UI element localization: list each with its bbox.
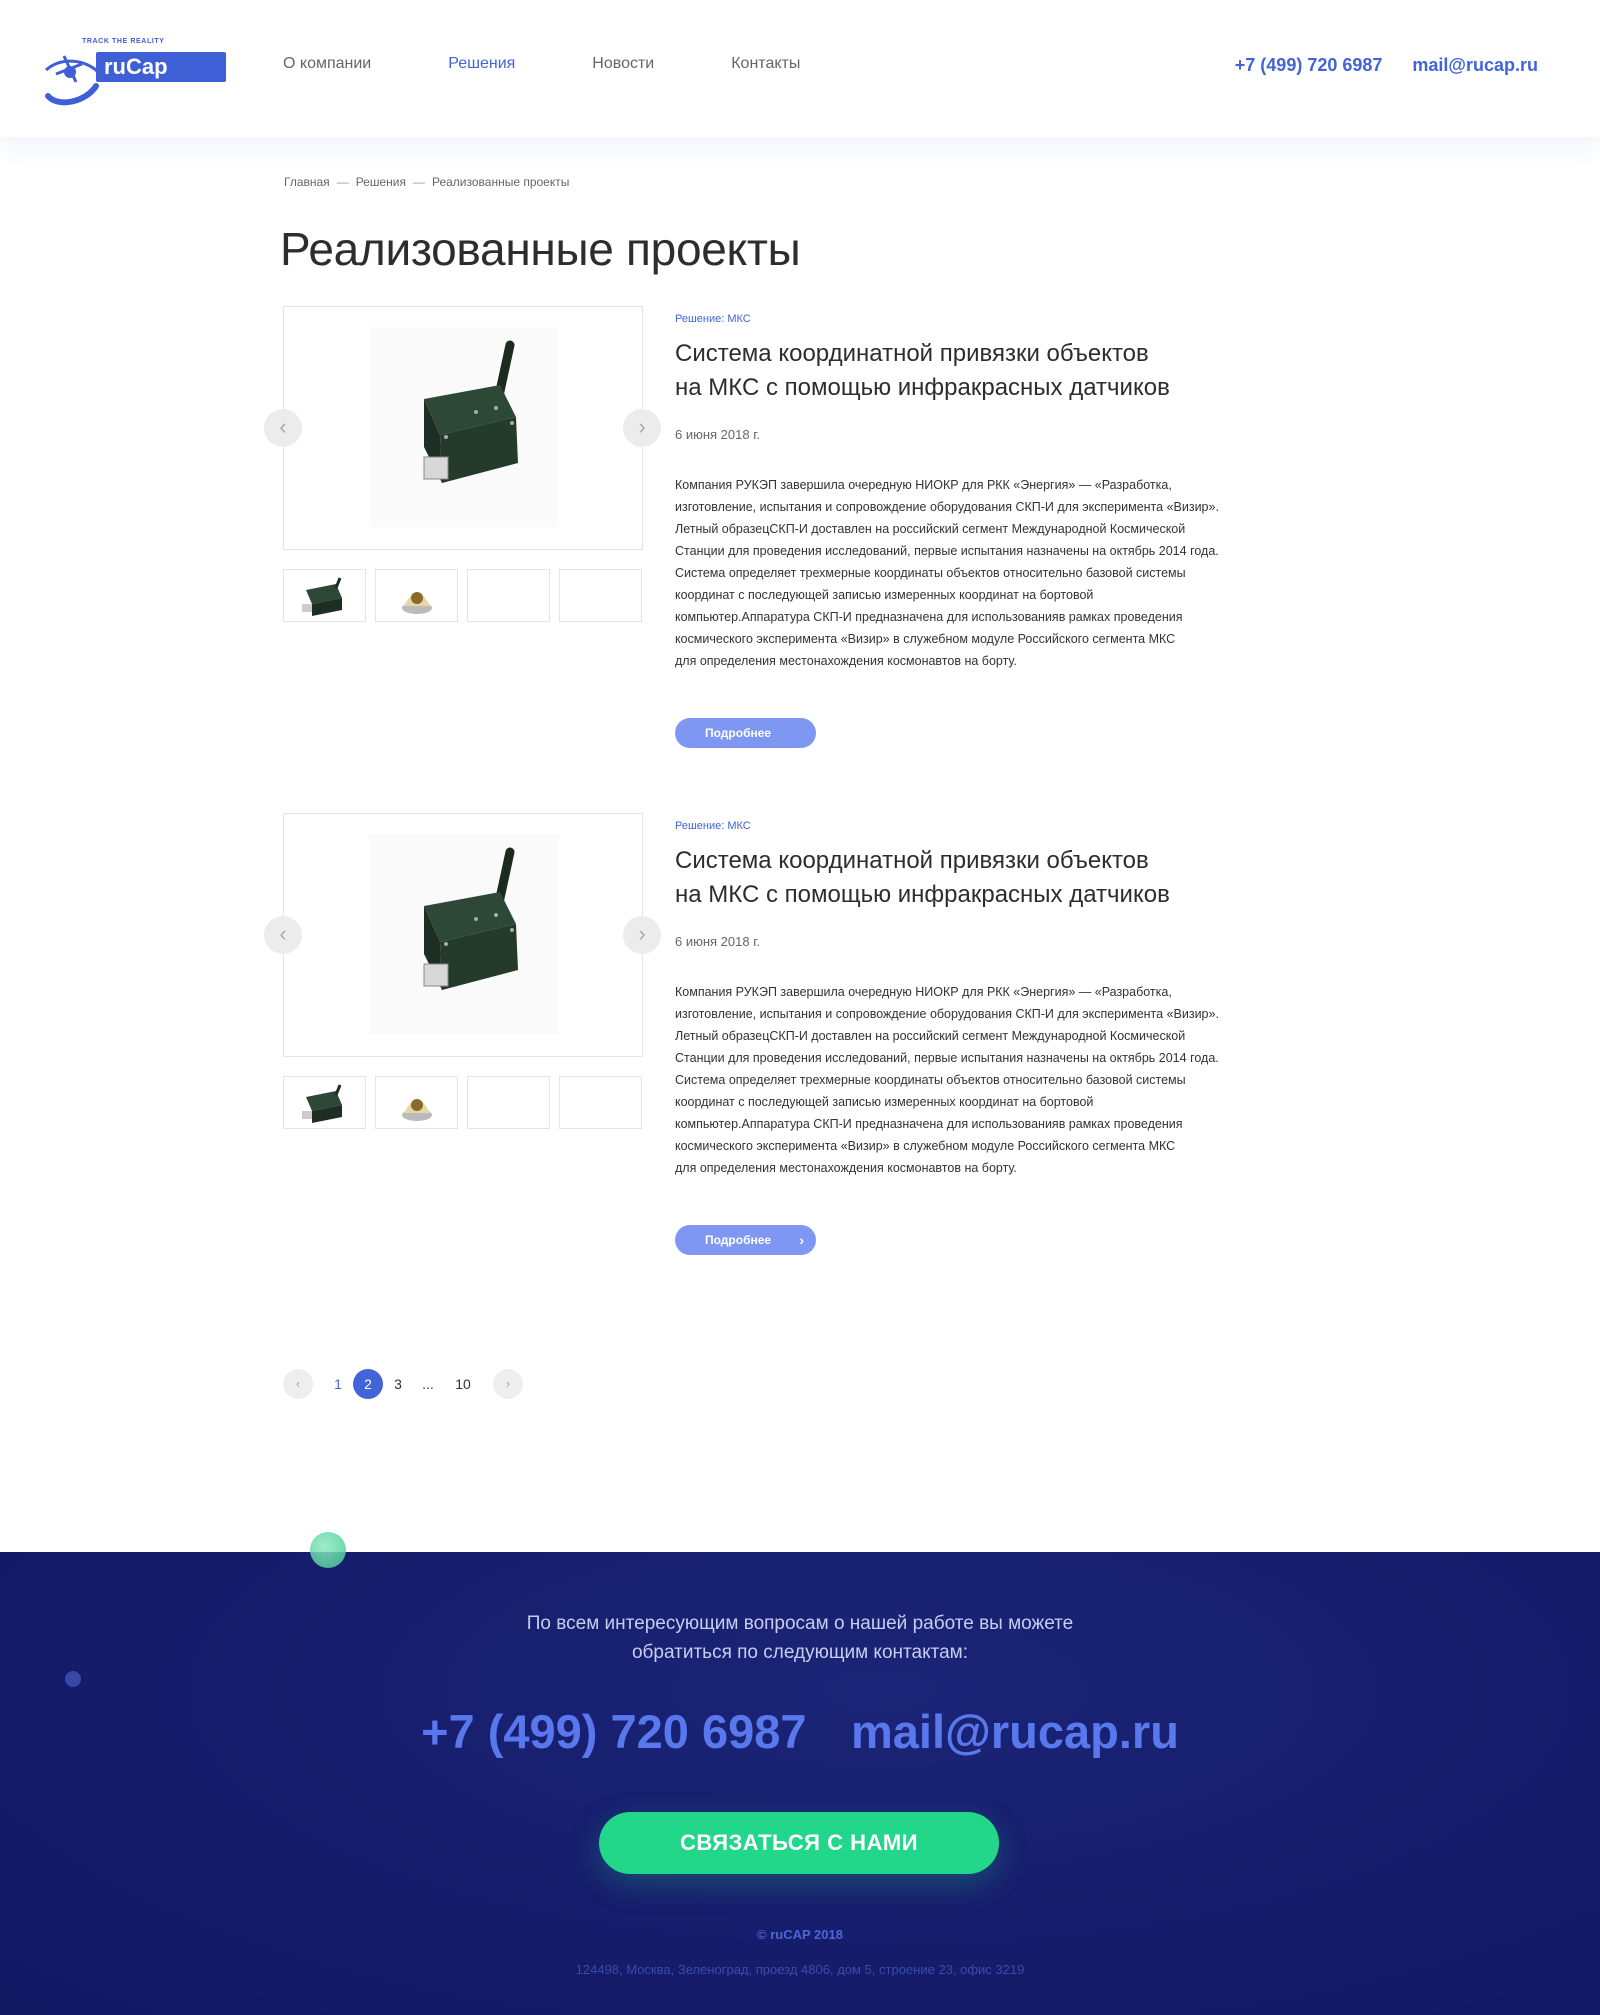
footer-contacts: +7 (499) 720 6987 mail@rucap.ru (0, 1704, 1600, 1759)
page-link-3[interactable]: 3 (383, 1369, 413, 1399)
page-title: Реализованные проекты (280, 223, 801, 275)
main-nav: О компании Решения Новости Контакты (283, 55, 877, 73)
gallery-prev-button[interactable]: ‹ (264, 409, 302, 447)
project-date: 6 июня 2018 г. (675, 934, 760, 949)
gallery-next-button[interactable]: › (623, 409, 661, 447)
project-card: ‹ › Решение: МКС Система координатной пр… (264, 306, 1283, 766)
pagination: ‹ 1 2 3 ... 10 › (283, 1369, 523, 1399)
project-description: Компания РУКЭП завершила очередную НИОКР… (675, 478, 1219, 668)
device-thumb-image (302, 1084, 342, 1123)
project-title[interactable]: Система координатной привязки объектов н… (675, 337, 1235, 405)
pagination-next-button[interactable]: › (493, 1369, 523, 1399)
project-category[interactable]: Решение: МКС (675, 820, 751, 832)
page-link-current[interactable]: 2 (353, 1369, 383, 1399)
contact-us-button[interactable]: СВЯЗАТЬСЯ С НАМИ (599, 1812, 999, 1874)
breadcrumb-solutions[interactable]: Решения (356, 175, 406, 189)
page-link-1[interactable]: 1 (323, 1369, 353, 1399)
thumbnail-empty[interactable] (559, 569, 642, 622)
breadcrumb-current: Реализованные проекты (431, 175, 570, 189)
project-date: 6 июня 2018 г. (675, 427, 760, 442)
header-contacts: +7 (499) 720 6987 mail@rucap.ru (1205, 55, 1538, 76)
footer-intro-text: По всем интересующим вопросам о нашей ра… (526, 1613, 1074, 1663)
breadcrumb-separator: — (336, 175, 349, 189)
sensor-thumb-image (402, 592, 432, 614)
breadcrumb: Главная — Решения — Реализованные проекты (284, 175, 569, 189)
footer-email-link[interactable]: mail@rucap.ru (851, 1705, 1179, 1758)
more-button[interactable]: Подробнее › (675, 1225, 816, 1255)
chevron-right-icon: › (799, 1232, 804, 1248)
breadcrumb-home[interactable]: Главная (284, 175, 330, 189)
page-ellipsis: ... (422, 1376, 434, 1392)
page-link-10[interactable]: 10 (443, 1369, 483, 1399)
header-phone-link[interactable]: +7 (499) 720 6987 (1235, 55, 1383, 76)
orbit-logo-icon (45, 55, 100, 106)
device-image (369, 327, 559, 527)
footer-phone-link[interactable]: +7 (499) 720 6987 (421, 1705, 806, 1758)
nav-item-about[interactable]: О компании (283, 55, 371, 73)
decorative-dot (65, 1671, 81, 1687)
gallery-thumbnails (283, 569, 651, 622)
thumbnail-device[interactable] (283, 1076, 366, 1129)
more-button[interactable]: Подробнее (675, 718, 816, 748)
pagination-prev-button[interactable]: ‹ (283, 1369, 313, 1399)
project-image-main (283, 813, 643, 1057)
breadcrumb-separator: — (412, 175, 425, 189)
nav-item-solutions[interactable]: Решения (448, 55, 515, 73)
more-button-label: Подробнее (705, 726, 772, 740)
logo-wordmark: ruCap (96, 52, 226, 82)
thumbnail-device[interactable] (283, 569, 366, 622)
project-description: Компания РУКЭП завершила очередную НИОКР… (675, 985, 1219, 1175)
nav-item-contacts[interactable]: Контакты (731, 55, 800, 73)
decorative-circle (310, 1532, 346, 1568)
copyright: © ruCAP 2018 (757, 1927, 843, 1942)
gallery-prev-button[interactable]: ‹ (264, 916, 302, 954)
rucap-logo[interactable]: TRACK THE REALITY ruCap (42, 38, 226, 108)
project-image-main (283, 306, 643, 550)
device-thumb-image (302, 577, 342, 616)
nav-item-news[interactable]: Новости (592, 55, 654, 73)
thumbnail-empty[interactable] (559, 1076, 642, 1129)
thumbnail-sensor[interactable] (375, 1076, 458, 1129)
site-header: TRACK THE REALITY ruCap О компании Решен… (0, 0, 1600, 137)
sensor-thumb-image (402, 1099, 432, 1121)
project-title[interactable]: Система координатной привязки объектов н… (675, 844, 1235, 912)
project-category[interactable]: Решение: МКС (675, 313, 751, 325)
thumbnail-empty[interactable] (467, 569, 550, 622)
gallery-thumbnails (283, 1076, 651, 1129)
thumbnail-empty[interactable] (467, 1076, 550, 1129)
more-button-label: Подробнее (705, 1233, 772, 1247)
header-email-link[interactable]: mail@rucap.ru (1412, 55, 1538, 76)
device-image (369, 834, 559, 1034)
footer-address: 124498, Москва, Зеленоград, проезд 4806,… (575, 1962, 1025, 1977)
project-card: ‹ › Решение: МКС Система координатной пр… (264, 813, 1283, 1273)
gallery-next-button[interactable]: › (623, 916, 661, 954)
thumbnail-sensor[interactable] (375, 569, 458, 622)
